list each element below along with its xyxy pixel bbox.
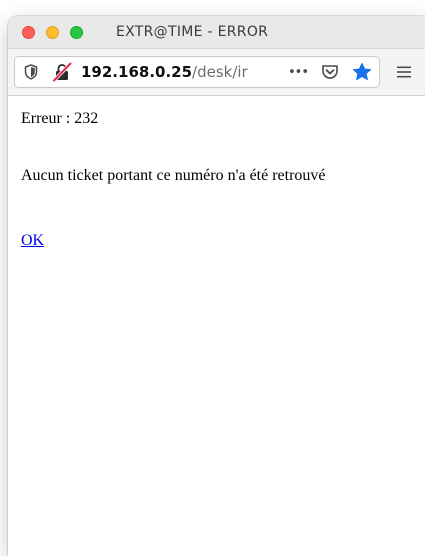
shield-icon[interactable] (21, 57, 41, 87)
error-code-text: Erreur : 232 (21, 110, 99, 127)
zoom-window-button[interactable] (70, 26, 83, 39)
url-path: /desk/ir (192, 63, 248, 81)
bookmark-star-icon[interactable] (349, 57, 375, 87)
navigation-toolbar: 192.168.0.25/desk/ir ••• (8, 48, 425, 96)
url-text[interactable]: 192.168.0.25/desk/ir (81, 63, 281, 81)
window-title: EXTR@TIME - ERROR (116, 24, 269, 40)
insecure-connection-icon[interactable] (51, 57, 73, 87)
page-content: Erreur : 232 Aucun ticket portant ce num… (8, 96, 425, 556)
url-bar[interactable]: 192.168.0.25/desk/ir ••• (14, 56, 380, 88)
more-label: ••• (287, 64, 309, 80)
browser-window: EXTR@TIME - ERROR 192.168.0.25/desk/ir •… (8, 16, 425, 556)
close-window-button[interactable] (22, 26, 35, 39)
more-icon[interactable]: ••• (283, 57, 313, 87)
error-message: Aucun ticket portant ce numéro n'a été r… (21, 167, 326, 184)
hamburger-menu-icon[interactable] (392, 57, 416, 87)
title-bar: EXTR@TIME - ERROR (8, 16, 425, 48)
url-host: 192.168.0.25 (81, 63, 193, 81)
pocket-icon[interactable] (317, 57, 343, 87)
minimize-window-button[interactable] (46, 26, 59, 39)
ok-link[interactable]: OK (21, 231, 44, 251)
